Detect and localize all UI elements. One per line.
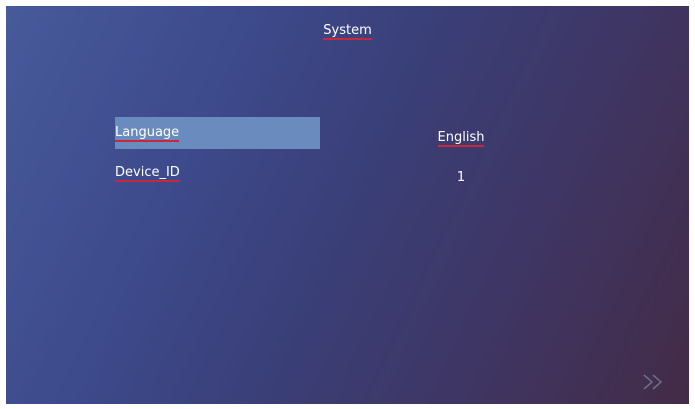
- setting-label-language: Language: [115, 125, 180, 142]
- page-title: System: [6, 23, 689, 40]
- double-chevron-right-icon[interactable]: [642, 373, 666, 391]
- system-settings-screen: System Language English Device_ID 1: [6, 6, 689, 404]
- page-title-text: System: [323, 23, 372, 40]
- settings-row-device-id[interactable]: Device_ID: [115, 157, 320, 189]
- setting-value-language[interactable]: English: [411, 130, 511, 147]
- setting-label-device-id: Device_ID: [115, 165, 180, 182]
- settings-row-language[interactable]: Language: [115, 117, 320, 149]
- setting-value-device-id[interactable]: 1: [411, 170, 511, 186]
